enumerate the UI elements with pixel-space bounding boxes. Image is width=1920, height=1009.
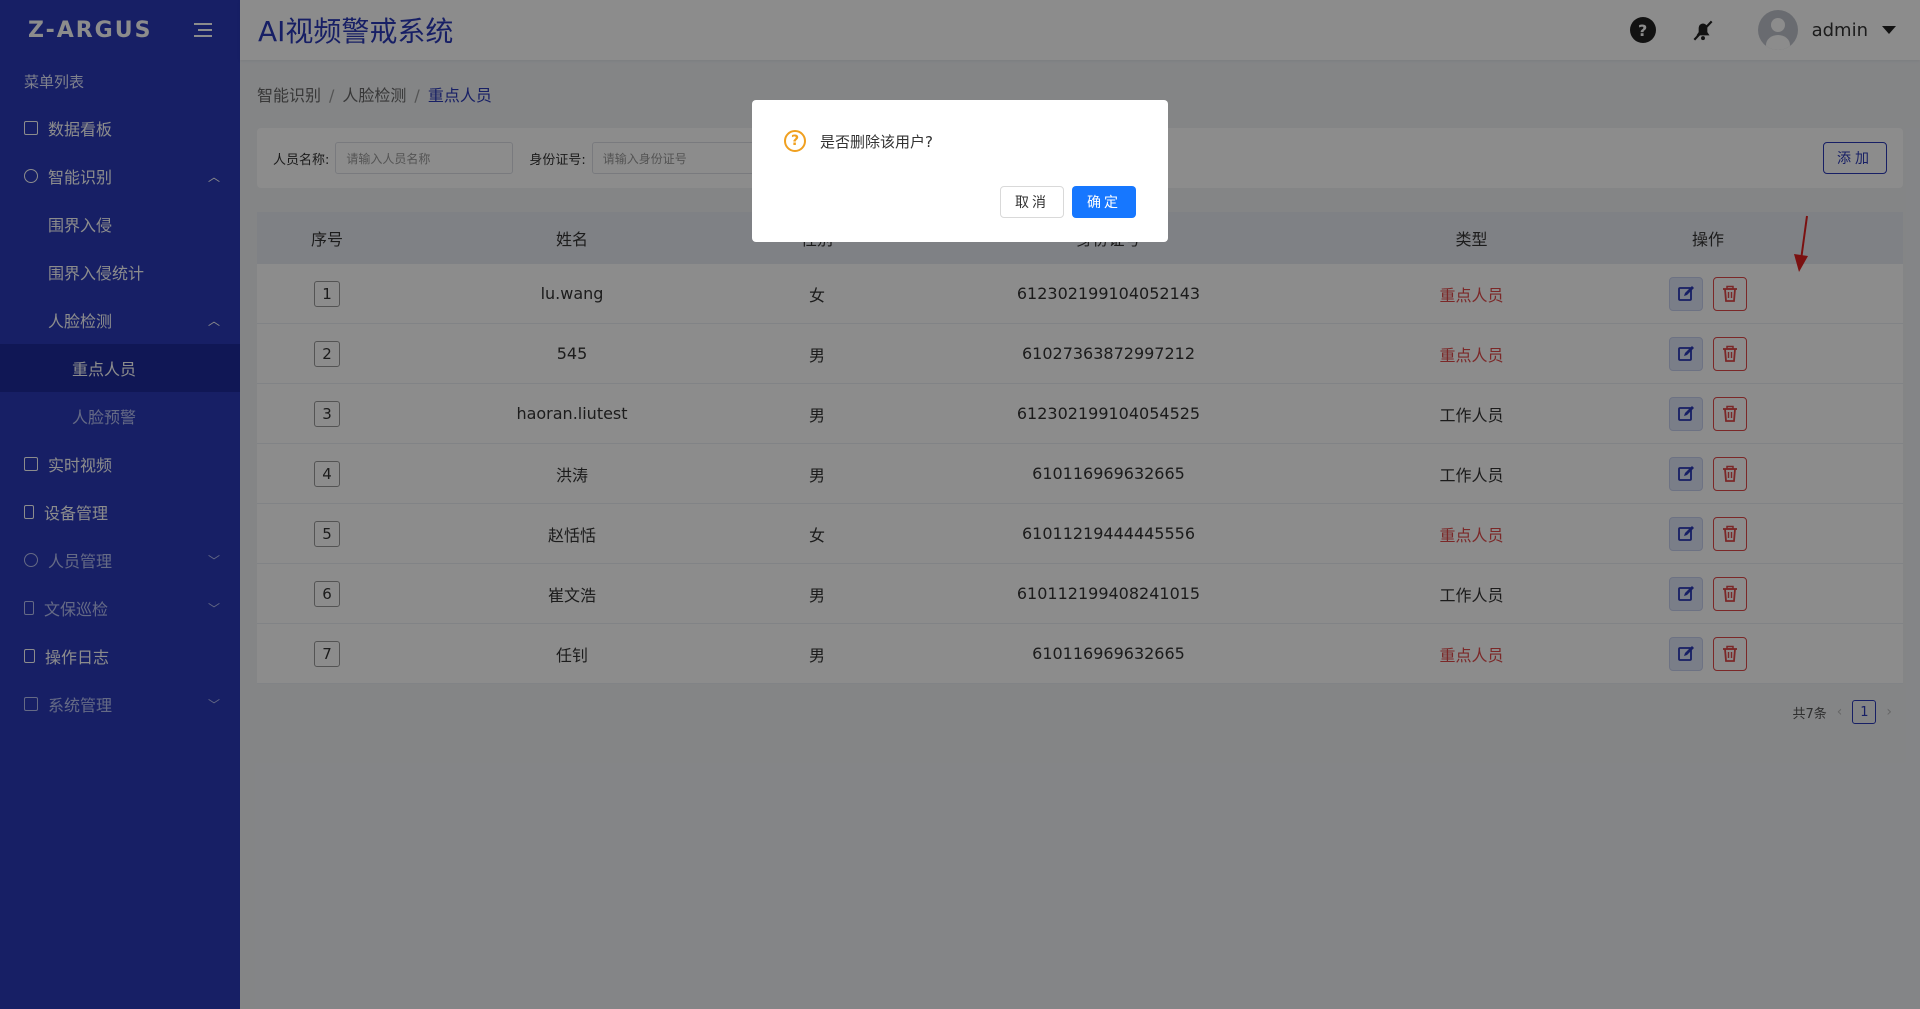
dialog-message: 是否删除该用户? [820,132,933,151]
dialog-message-row: ? 是否删除该用户? [784,130,1136,152]
confirm-button[interactable]: 确定 [1072,186,1136,218]
confirm-dialog: ? 是否删除该用户? 取消 确定 [752,100,1168,242]
cancel-button[interactable]: 取消 [1000,186,1064,218]
question-warning-icon: ? [784,130,806,152]
dialog-actions: 取消 确定 [1000,186,1136,218]
